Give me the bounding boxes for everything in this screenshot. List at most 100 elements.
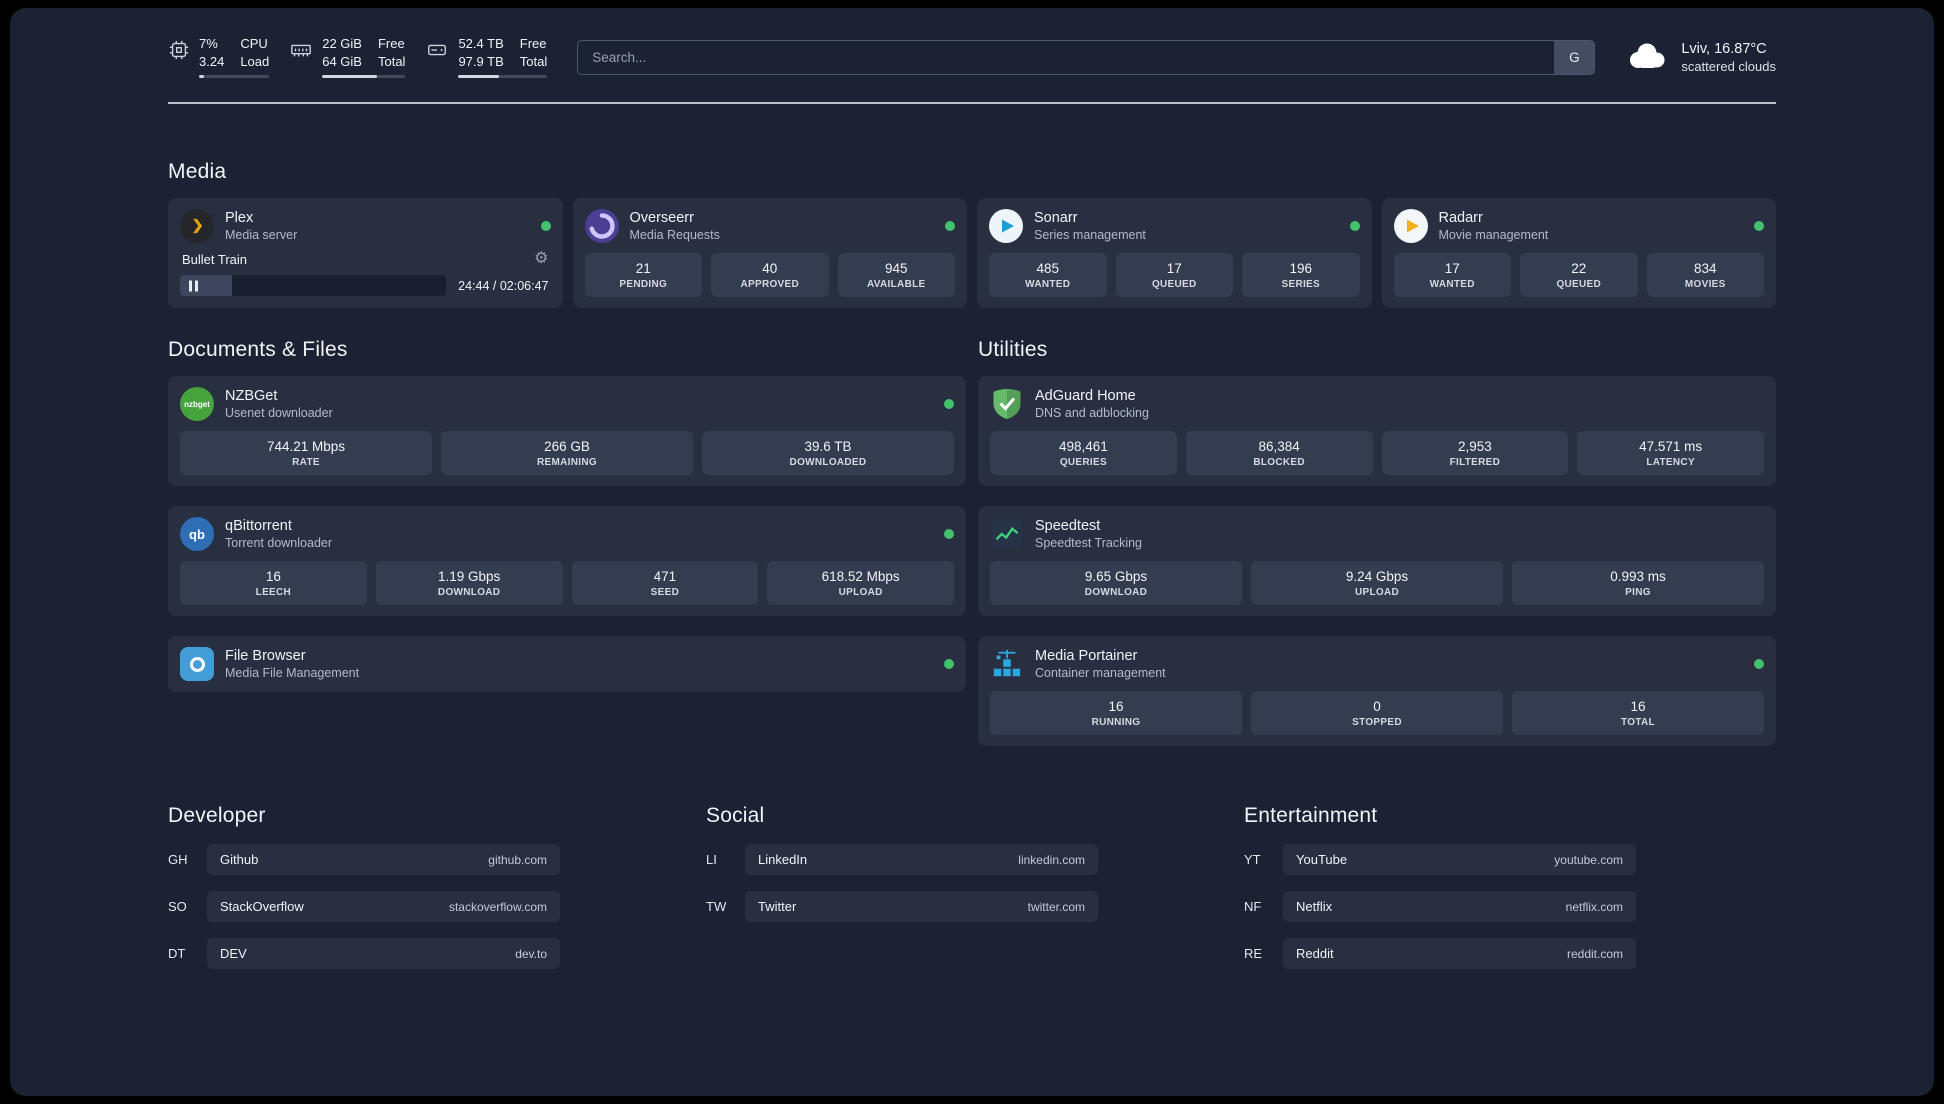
stat-label: BLOCKED <box>1253 457 1305 468</box>
stat-label: UPLOAD <box>1354 587 1400 598</box>
bookmark-name: Netflix <box>1296 899 1333 914</box>
bookmark-pill: StackOverflow stackoverflow.com <box>207 891 560 922</box>
service-subtitle: Series management <box>1034 228 1146 242</box>
service-name: Plex <box>225 210 254 226</box>
status-dot <box>944 399 954 409</box>
status-dot <box>944 529 954 539</box>
cpu-widget-body: 7% 3.24 CPU Load <box>199 36 270 78</box>
memory-widget-body: 22 GiB 64 GiB Free Total <box>322 36 406 78</box>
bookmark-dev[interactable]: DT DEV dev.to <box>168 938 560 969</box>
section-title-social: Social <box>706 804 765 827</box>
pause-icon[interactable] <box>189 280 198 291</box>
cpu-label-col: CPU Load <box>240 36 269 69</box>
sonarr-meta: Sonarr Series management <box>1034 210 1146 242</box>
bookmark-pill: DEV dev.to <box>207 938 560 969</box>
stat-label: DOWNLOAD <box>1084 587 1148 598</box>
qbittorrent-card[interactable]: qb qBittorrent Torrent downloader 16 LEE… <box>168 506 966 616</box>
bookmark-netflix[interactable]: NF Netflix netflix.com <box>1244 891 1636 922</box>
section-title-entertainment: Entertainment <box>1244 804 1378 827</box>
cpu-label: CPU <box>240 36 268 51</box>
filebrowser-header: File Browser Media File Management <box>180 647 954 681</box>
portainer-stats: 16 RUNNING 0 STOPPED 16 TOTAL <box>990 691 1764 735</box>
stat-tile: 22 QUEUED <box>1520 253 1638 297</box>
stat-tile: 9.65 Gbps DOWNLOAD <box>990 561 1242 605</box>
stat-value: 2,953 <box>1457 439 1492 454</box>
bookmark-pill: Github github.com <box>207 844 560 875</box>
stat-tile: 266 GB REMAINING <box>441 431 693 475</box>
weather-condition: scattered clouds <box>1681 58 1776 74</box>
sonarr-card[interactable]: Sonarr Series management 485 WANTED 17 Q… <box>977 198 1372 308</box>
memory-values: 22 GiB 64 GiB Free Total <box>322 36 405 69</box>
playback-progress-bar[interactable] <box>180 275 447 296</box>
bookmark-twitter[interactable]: TW Twitter twitter.com <box>706 891 1098 922</box>
bookmark-pill: Reddit reddit.com <box>1283 938 1636 969</box>
portainer-meta: Media Portainer Container management <box>1035 648 1166 680</box>
disk-values: 52.4 TB 97.9 TB Free Total <box>458 36 547 69</box>
stat-value: 0.993 ms <box>1610 569 1666 584</box>
stat-tile: 47.571 ms LATENCY <box>1577 431 1764 475</box>
section-title-developer: Developer <box>168 804 266 827</box>
stat-tile: 834 MOVIES <box>1646 253 1764 297</box>
nzbget-card[interactable]: nzbget NZBGet Usenet downloader 744.21 M… <box>168 376 966 486</box>
stat-tile: 17 WANTED <box>1393 253 1511 297</box>
stat-tile: 21 PENDING <box>584 253 702 297</box>
portainer-card[interactable]: Media Portainer Container management 16 … <box>978 636 1776 746</box>
status-dot <box>944 659 954 669</box>
service-name: qBittorrent <box>225 518 292 534</box>
bookmark-abbr: DT <box>168 946 186 961</box>
stat-label: REMAINING <box>537 457 597 468</box>
adguard-icon <box>990 387 1024 421</box>
stat-value: 618.52 Mbps <box>821 569 900 584</box>
overseerr-header: Overseerr Media Requests <box>584 209 955 243</box>
utilities-cards: AdGuard Home DNS and adblocking 498,461 … <box>978 376 1776 746</box>
settings-icon[interactable]: ⚙ <box>534 251 548 267</box>
cpu-load-label: Load <box>240 54 270 69</box>
speedtest-card[interactable]: Speedtest Speedtest Tracking 9.65 Gbps D… <box>978 506 1776 616</box>
section-title-utilities: Utilities <box>978 338 1048 361</box>
bookmark-reddit[interactable]: RE Reddit reddit.com <box>1244 938 1636 969</box>
bookmark-abbr: NF <box>1244 899 1262 914</box>
status-dot <box>540 221 551 231</box>
dashboard-panel: 7% 3.24 CPU Load 22 GiB 64 GiB Free Tota… <box>10 8 1934 1096</box>
service-subtitle: Speedtest Tracking <box>1035 536 1143 550</box>
memory-icon <box>289 39 313 78</box>
bookmark-stackoverflow[interactable]: SO StackOverflow stackoverflow.com <box>168 891 560 922</box>
portainer-header: Media Portainer Container management <box>990 647 1764 681</box>
now-playing-bar-row: 24:44 / 02:06:47 <box>180 275 551 296</box>
stat-value: 17 <box>1166 261 1182 276</box>
stat-label: RUNNING <box>1091 717 1141 728</box>
search-engine-button[interactable]: G <box>1554 40 1595 74</box>
radarr-stats: 17 WANTED 22 QUEUED 834 MOVIES <box>1393 253 1764 297</box>
stat-tile: 2,953 FILTERED <box>1381 431 1569 475</box>
search-input[interactable] <box>578 40 1555 74</box>
speedtest-stats: 9.65 Gbps DOWNLOAD 9.24 Gbps UPLOAD 0.99… <box>990 561 1764 605</box>
utilities-column: Utilities AdGuard Home DNS and adblockin… <box>978 338 1776 746</box>
stat-value: 9.24 Gbps <box>1345 569 1409 584</box>
disk-free-value: 52.4 TB <box>458 36 504 51</box>
bookmark-youtube[interactable]: YT YouTube youtube.com <box>1244 844 1636 875</box>
disk-label-col: Free Total <box>520 36 547 69</box>
filebrowser-card[interactable]: File Browser Media File Management <box>168 636 966 692</box>
plex-card[interactable]: Plex Media server Bullet Train ⚙ 24:44 /… <box>168 198 563 308</box>
bookmark-linkedin[interactable]: LI LinkedIn linkedin.com <box>706 844 1098 875</box>
radarr-card[interactable]: Radarr Movie management 17 WANTED 22 QUE… <box>1381 198 1776 308</box>
adguard-card[interactable]: AdGuard Home DNS and adblocking 498,461 … <box>978 376 1776 486</box>
cpu-usage-value: 7% <box>199 36 218 51</box>
overseerr-card[interactable]: Overseerr Media Requests 21 PENDING 40 A… <box>572 198 967 308</box>
section-title-media: Media <box>168 160 227 183</box>
cpu-icon <box>168 39 190 78</box>
speedtest-header: Speedtest Speedtest Tracking <box>990 517 1764 551</box>
bookmark-abbr: LI <box>706 852 717 867</box>
stat-value: 16 <box>1108 699 1124 714</box>
stat-tile: 0.993 ms PING <box>1512 561 1764 605</box>
service-name: AdGuard Home <box>1035 388 1136 404</box>
bookmark-github[interactable]: GH Github github.com <box>168 844 560 875</box>
stat-tile: 485 WANTED <box>989 253 1107 297</box>
header-divider <box>168 102 1776 104</box>
stat-tile: 0 STOPPED <box>1251 691 1503 735</box>
qbittorrent-meta: qBittorrent Torrent downloader <box>225 518 332 550</box>
qbittorrent-stats: 16 LEECH 1.19 Gbps DOWNLOAD 471 SEED 618… <box>180 561 954 605</box>
stat-label: SERIES <box>1281 279 1320 290</box>
stat-tile: 39.6 TB DOWNLOADED <box>702 431 954 475</box>
stat-tile: 945 AVAILABLE <box>837 253 955 297</box>
